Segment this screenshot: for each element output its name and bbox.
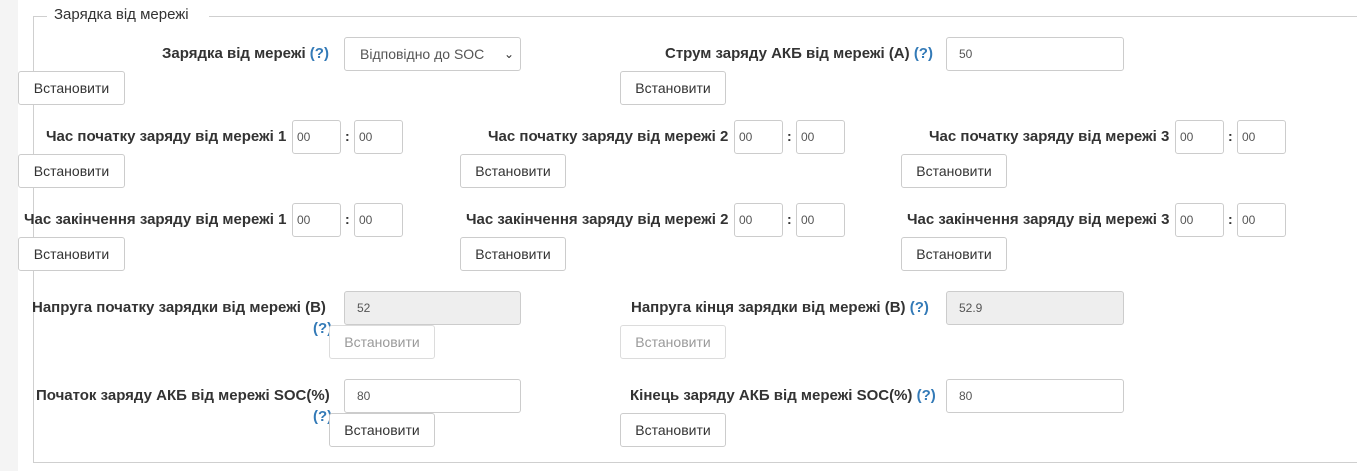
start-time-2-hour-input[interactable]: 00	[734, 120, 783, 154]
voltage-end-input[interactable]: 52.9	[946, 291, 1124, 325]
end-time-1-hour-input[interactable]: 00	[292, 203, 341, 237]
soc-start-label: Початок заряду АКБ від мережі SOC(%)	[36, 387, 330, 404]
set-charge-current-button[interactable]: Встановити	[620, 71, 726, 105]
soc-end-label: Кінець заряду АКБ від мережі SOC(%) (?)	[630, 387, 936, 404]
start-time-1-hour-input[interactable]: 00	[292, 120, 341, 154]
charge-mode-select[interactable]: Відповідно до SOC ⌄	[344, 37, 521, 71]
voltage-end-label: Напруга кінця зарядки від мережі (В) (?)	[631, 299, 929, 316]
help-icon[interactable]: (?)	[910, 299, 929, 316]
time-separator: :	[1228, 211, 1233, 227]
start-time-3-hour-input[interactable]: 00	[1175, 120, 1224, 154]
end-time-3-label: Час закінчення заряду від мережі 3	[907, 211, 1170, 228]
help-icon[interactable]: (?)	[310, 45, 329, 62]
set-soc-start-button[interactable]: Встановити	[329, 413, 435, 447]
section-legend: Зарядка від мережі	[54, 6, 189, 23]
fieldset-border	[209, 16, 1357, 17]
set-start-time-3-button[interactable]: Встановити	[901, 154, 1007, 188]
end-time-3-minute-input[interactable]: 00	[1237, 203, 1286, 237]
chevron-down-icon: ⌄	[503, 47, 514, 61]
set-voltage-start-button[interactable]: Встановити	[329, 325, 435, 359]
start-time-3-minute-input[interactable]: 00	[1237, 120, 1286, 154]
soc-start-input[interactable]: 80	[344, 379, 521, 413]
help-icon[interactable]: (?)	[917, 387, 936, 404]
end-time-2-hour-input[interactable]: 00	[734, 203, 783, 237]
start-time-2-label: Час початку заряду від мережі 2	[488, 128, 729, 145]
start-time-3-label: Час початку заряду від мережі 3	[929, 128, 1170, 145]
start-time-1-label: Час початку заряду від мережі 1	[46, 128, 287, 145]
start-time-2-minute-input[interactable]: 00	[796, 120, 845, 154]
end-time-1-label: Час закінчення заряду від мережі 1	[24, 211, 287, 228]
time-separator: :	[787, 128, 792, 144]
voltage-start-label: Напруга початку зарядки від мережі (В)	[32, 299, 326, 316]
end-time-3-hour-input[interactable]: 00	[1175, 203, 1224, 237]
fieldset-border	[33, 462, 1357, 463]
set-end-time-2-button[interactable]: Встановити	[460, 237, 566, 271]
voltage-start-input[interactable]: 52	[344, 291, 521, 325]
soc-end-input[interactable]: 80	[946, 379, 1124, 413]
set-start-time-2-button[interactable]: Встановити	[460, 154, 566, 188]
end-time-2-minute-input[interactable]: 00	[796, 203, 845, 237]
left-panel-strip	[0, 0, 18, 471]
time-separator: :	[345, 211, 350, 227]
charge-current-input[interactable]: 50	[946, 37, 1124, 71]
start-time-1-minute-input[interactable]: 00	[354, 120, 403, 154]
set-charge-mode-button[interactable]: Встановити	[18, 71, 125, 105]
set-soc-end-button[interactable]: Встановити	[620, 413, 726, 447]
help-icon[interactable]: (?)	[914, 45, 933, 62]
time-separator: :	[787, 211, 792, 227]
set-start-time-1-button[interactable]: Встановити	[18, 154, 125, 188]
set-voltage-end-button[interactable]: Встановити	[620, 325, 726, 359]
fieldset-border	[33, 16, 47, 17]
charge-mode-label: Зарядка від мережі (?)	[162, 45, 329, 62]
set-end-time-1-button[interactable]: Встановити	[18, 237, 125, 271]
end-time-2-label: Час закінчення заряду від мережі 2	[466, 211, 729, 228]
end-time-1-minute-input[interactable]: 00	[354, 203, 403, 237]
charge-current-label: Струм заряду АКБ від мережі (А) (?)	[665, 45, 933, 62]
set-end-time-3-button[interactable]: Встановити	[901, 237, 1007, 271]
time-separator: :	[345, 128, 350, 144]
time-separator: :	[1228, 128, 1233, 144]
